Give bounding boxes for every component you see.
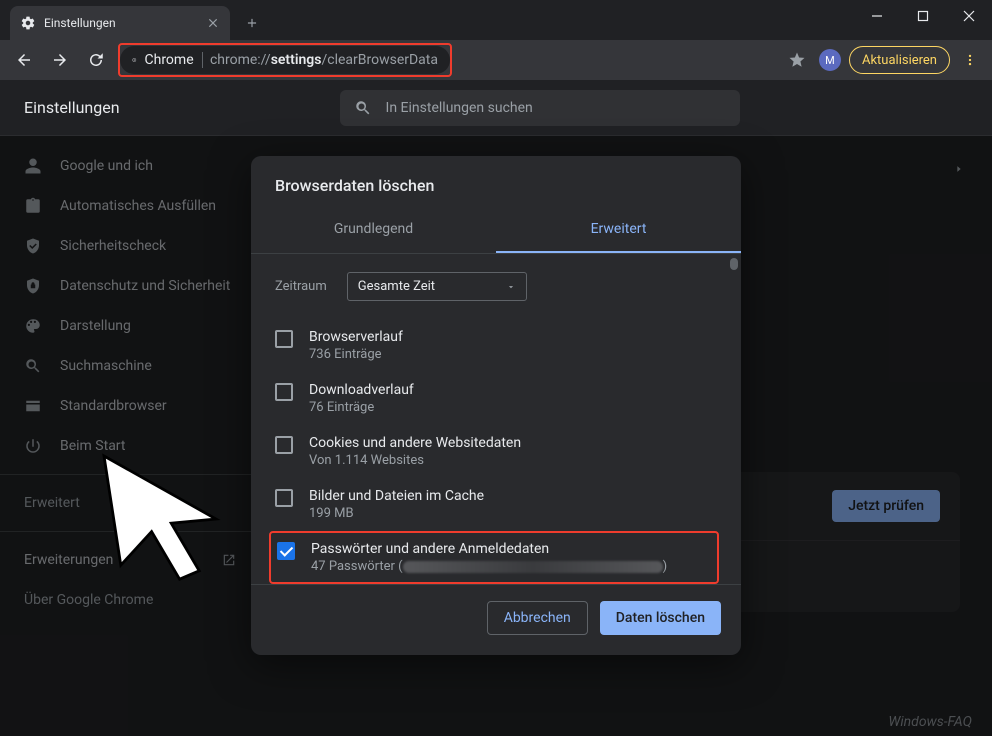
back-button[interactable] — [10, 46, 38, 74]
modal-actions: Abbrechen Daten löschen — [251, 584, 741, 655]
minimize-button[interactable] — [854, 0, 900, 32]
checkbox[interactable] — [275, 436, 293, 454]
checkbox[interactable] — [277, 542, 295, 560]
address-bar[interactable]: Chrome chrome://settings/clearBrowserDat… — [120, 46, 450, 74]
address-bar-highlight: Chrome chrome://settings/clearBrowserDat… — [118, 43, 452, 77]
reload-button[interactable] — [82, 46, 110, 74]
window-controls — [854, 0, 992, 32]
update-button[interactable]: Aktualisieren — [849, 46, 950, 74]
gear-icon — [20, 15, 36, 31]
settings-page: Einstellungen In Einstellungen suchen Go… — [0, 80, 992, 736]
close-icon[interactable] — [206, 16, 220, 30]
chevron-down-icon — [506, 282, 516, 292]
star-icon — [788, 51, 806, 69]
page-title: Einstellungen — [24, 98, 120, 117]
watermark: Windows-FAQ — [888, 714, 972, 730]
checkbox[interactable] — [275, 383, 293, 401]
maximize-icon — [917, 10, 929, 22]
new-tab-button[interactable] — [238, 9, 266, 37]
tab-title: Einstellungen — [44, 16, 116, 30]
arrow-right-icon — [51, 51, 69, 69]
close-icon — [963, 10, 975, 22]
modal-title: Browserdaten löschen — [251, 156, 741, 209]
modal-backdrop: Browserdaten löschen Grundlegend Erweite… — [0, 136, 992, 736]
settings-header: Einstellungen In Einstellungen suchen — [0, 80, 992, 136]
checkbox[interactable] — [275, 489, 293, 507]
scrollbar-thumb[interactable] — [730, 258, 738, 270]
time-range-row: Zeitraum Gesamte Zeit — [275, 272, 733, 301]
clear-data-modal: Browserdaten löschen Grundlegend Erweite… — [251, 156, 741, 655]
address-url: chrome://settings/clearBrowserData — [210, 52, 438, 68]
check-row-history[interactable]: Browserverlauf736 Einträge — [275, 319, 733, 372]
tab-advanced[interactable]: Erweitert — [496, 209, 741, 253]
kebab-icon — [963, 53, 977, 67]
tab-basic[interactable]: Grundlegend — [251, 209, 496, 253]
forward-button[interactable] — [46, 46, 74, 74]
plus-icon — [245, 16, 259, 30]
close-window-button[interactable] — [946, 0, 992, 32]
search-placeholder: In Einstellungen suchen — [386, 100, 533, 116]
browser-tab[interactable]: Einstellungen — [10, 6, 230, 40]
search-icon — [354, 99, 372, 117]
time-range-select[interactable]: Gesamte Zeit — [347, 272, 527, 301]
toolbar: Chrome chrome://settings/clearBrowserDat… — [0, 40, 992, 80]
address-scheme-chip: Chrome — [145, 52, 194, 68]
menu-button[interactable] — [958, 46, 982, 74]
check-row-downloads[interactable]: Downloadverlauf76 Einträge — [275, 372, 733, 425]
arrow-left-icon — [15, 51, 33, 69]
bookmark-button[interactable] — [783, 46, 811, 74]
check-row-cache[interactable]: Bilder und Dateien im Cache199 MB — [275, 478, 733, 531]
checkbox[interactable] — [275, 330, 293, 348]
search-settings-input[interactable]: In Einstellungen suchen — [340, 90, 740, 126]
confirm-button[interactable]: Daten löschen — [600, 601, 721, 635]
time-range-label: Zeitraum — [275, 279, 327, 294]
titlebar: Einstellungen — [0, 0, 992, 40]
modal-tabs: Grundlegend Erweitert — [251, 209, 741, 254]
reload-icon — [87, 51, 105, 69]
redacted-text — [403, 561, 663, 573]
check-row-cookies[interactable]: Cookies und andere WebsitedatenVon 1.114… — [275, 425, 733, 478]
maximize-button[interactable] — [900, 0, 946, 32]
cancel-button[interactable]: Abbrechen — [487, 601, 588, 635]
check-row-passwords[interactable]: Passwörter und andere Anmeldedaten 47 Pa… — [269, 531, 719, 584]
chrome-icon — [132, 53, 137, 67]
profile-avatar[interactable]: M — [819, 49, 841, 71]
modal-body: Zeitraum Gesamte Zeit Browserverlauf736 … — [251, 254, 741, 584]
minimize-icon — [871, 10, 883, 22]
